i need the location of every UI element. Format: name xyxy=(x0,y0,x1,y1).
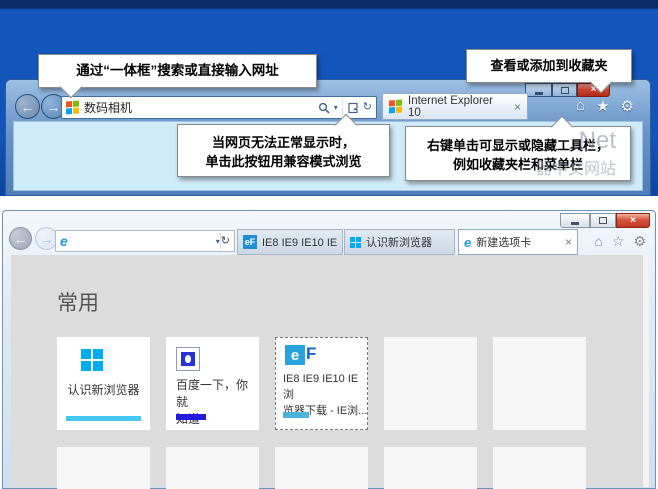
tab-title: Internet Explorer 10 xyxy=(408,95,508,119)
back-button[interactable]: ← xyxy=(15,94,40,119)
tile-label: 认识新浏览器 xyxy=(57,381,150,398)
tab-close-icon[interactable]: × xyxy=(565,235,572,249)
callout-compat-line1: 当网页无法正常显示时， xyxy=(178,133,389,152)
ef-logo-icon: eF xyxy=(285,345,316,365)
page-favicon-windows-flag-icon xyxy=(66,101,79,115)
tile-empty[interactable] xyxy=(384,337,477,430)
browser-toolbar: ⌂ ★ ⚙ xyxy=(576,97,634,115)
tab-title: IE8 IE9 IE10 IE浏览... xyxy=(262,234,337,250)
tile-meet-new-browser[interactable]: 认识新浏览器 xyxy=(57,337,150,430)
refresh-icon[interactable]: ↻ xyxy=(363,102,372,113)
tile-ie-download[interactable]: eF IE8 IE9 IE10 IE浏 览器下载 - IE浏... xyxy=(275,337,368,430)
callout-omnibox: 通过“一体框”搜索或直接输入网址 xyxy=(38,54,317,88)
minimize-button[interactable] xyxy=(525,83,552,97)
home-icon[interactable]: ⌂ xyxy=(576,97,585,115)
callout-favorites-text: 查看或添加到收藏夹 xyxy=(490,58,607,73)
callout-toolbar-line2: 例如收藏夹栏和菜单栏 xyxy=(406,155,630,174)
search-icon[interactable] xyxy=(318,102,330,114)
tile-label-line1: 百度一下，你就 xyxy=(176,377,259,411)
tile-empty[interactable] xyxy=(275,447,368,489)
favorites-star-icon[interactable]: ☆ xyxy=(612,233,625,250)
window-controls: × xyxy=(560,213,650,228)
maximize-icon xyxy=(561,87,569,94)
browser-toolbar: ⌂ ☆ ⚙ xyxy=(594,233,646,250)
windows-logo-favicon-icon xyxy=(350,237,361,248)
maximize-button[interactable] xyxy=(552,83,577,97)
tile-accent-bar xyxy=(66,416,141,421)
close-button[interactable]: × xyxy=(616,213,650,228)
section-title: 常用 xyxy=(57,287,99,317)
tab-favicon-windows-flag-icon xyxy=(389,100,402,114)
tab-ie-download[interactable]: eF IE8 IE9 IE10 IE浏览... xyxy=(237,229,343,255)
tab-internet-explorer-10[interactable]: Internet Explorer 10 × xyxy=(382,93,528,120)
maximize-icon xyxy=(599,217,607,224)
back-arrow-icon: ← xyxy=(21,99,35,115)
tile-empty[interactable] xyxy=(384,447,477,489)
ie10-newtab-window: × ← → e ▾ ↻ eF IE8 IE9 IE10 IE浏览... 认识新浏… xyxy=(2,210,656,489)
tile-accent-bar xyxy=(176,414,206,420)
tab-title: 新建选项卡 xyxy=(476,234,560,250)
callout-toolbar-mid: 和 xyxy=(531,157,544,172)
minimize-icon xyxy=(535,92,543,95)
baidu-paw-icon xyxy=(176,347,200,371)
desktop-background: × ← → 数码相机 ▾ ↻ xyxy=(0,0,658,196)
close-icon: × xyxy=(630,216,636,226)
forward-arrow-icon: → xyxy=(47,99,61,115)
forward-arrow-icon: → xyxy=(40,231,54,247)
tab-close-icon[interactable]: × xyxy=(514,100,521,114)
tile-empty[interactable] xyxy=(493,447,586,489)
address-bar[interactable]: 数码相机 ▾ ↻ xyxy=(61,96,377,119)
address-text[interactable]: 数码相机 xyxy=(84,99,318,116)
minimize-button[interactable] xyxy=(560,213,590,228)
callout-toolbar-prefix: 例如 xyxy=(453,157,479,172)
tile-empty[interactable] xyxy=(493,337,586,430)
tile-empty[interactable] xyxy=(57,447,150,489)
callout-omnibox-text: 通过“一体框”搜索或直接输入网址 xyxy=(76,63,279,78)
refresh-icon[interactable]: ↻ xyxy=(221,236,230,247)
minimize-icon xyxy=(571,222,579,225)
callout-compat-line2: 单击此按钮用兼容模式浏览 xyxy=(178,152,389,171)
windows-logo-icon xyxy=(81,349,103,371)
tile-label-line1: IE8 IE9 IE10 IE浏 xyxy=(283,371,368,403)
tile-empty[interactable] xyxy=(166,447,259,489)
search-dropdown-icon[interactable]: ▾ xyxy=(334,103,338,112)
divider xyxy=(342,100,343,116)
maximize-button[interactable] xyxy=(590,213,616,228)
back-button[interactable]: ← xyxy=(9,227,32,250)
scrollbar-track[interactable] xyxy=(643,255,649,487)
compatibility-view-icon[interactable] xyxy=(347,102,359,114)
callout-toolbar-bold1: 收藏夹栏 xyxy=(479,157,531,172)
tile-accent-bar xyxy=(283,412,309,418)
tile-label: 百度一下，你就 知道 xyxy=(176,377,259,428)
ef-favicon-icon: eF xyxy=(243,235,257,249)
back-arrow-icon: ← xyxy=(14,231,28,247)
ie-logo-icon: e xyxy=(464,236,471,249)
tab-new-tab-active[interactable]: e 新建选项卡 × xyxy=(458,229,578,255)
callout-compatibility: 当网页无法正常显示时， 单击此按钮用兼容模式浏览 xyxy=(177,124,390,177)
favorites-star-icon[interactable]: ★ xyxy=(596,97,609,115)
address-bar[interactable]: e ▾ ↻ xyxy=(55,230,235,252)
settings-gear-icon[interactable]: ⚙ xyxy=(633,233,646,250)
home-icon[interactable]: ⌂ xyxy=(594,233,602,250)
tile-baidu[interactable]: 百度一下，你就 知道 xyxy=(166,337,259,430)
callout-toolbar-bold2: 菜单栏 xyxy=(544,157,583,172)
frequent-sites-grid: 认识新浏览器 百度一下，你就 知道 eF IE8 IE9 IE10 IE浏 xyxy=(57,337,586,489)
callout-favorites: 查看或添加到收藏夹 xyxy=(466,49,632,83)
settings-gear-icon[interactable]: ⚙ xyxy=(621,97,634,115)
ie-logo-icon: e xyxy=(60,234,68,248)
tab-meet-new-browser[interactable]: 认识新浏览器 xyxy=(344,229,455,255)
tab-title: 认识新浏览器 xyxy=(366,234,449,250)
callout-toolbars: 右键单击可显示或隐藏工具栏， 例如收藏夹栏和菜单栏 xyxy=(405,126,631,181)
callout-toolbar-line1: 右键单击可显示或隐藏工具栏， xyxy=(406,136,630,155)
newtab-page-content: 常用 认识新浏览器 百度一下，你就 知道 eF xyxy=(11,255,643,487)
screenshot-root: × ← → 数码相机 ▾ ↻ xyxy=(0,0,658,489)
